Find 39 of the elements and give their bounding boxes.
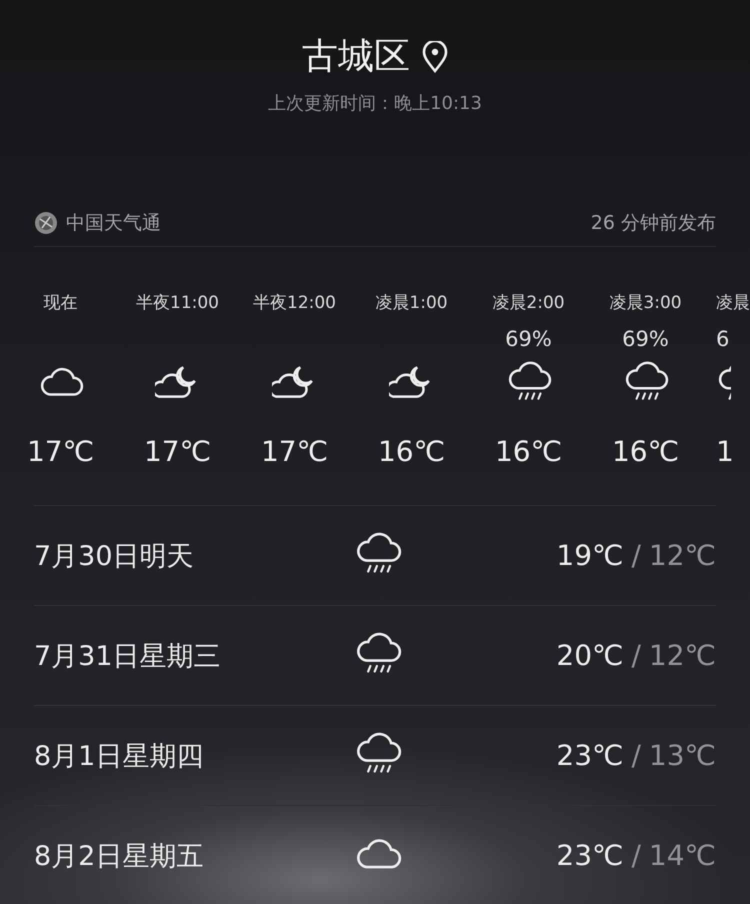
source-name: 中国天气通 — [66, 211, 161, 236]
hour-temperature: 16℃ — [612, 435, 680, 468]
day-label: 8月2日星期五 — [34, 840, 204, 874]
location-pin-icon — [422, 40, 448, 72]
day-label: 8月1日星期四 — [34, 740, 204, 774]
low-temperature: 14℃ — [648, 839, 716, 872]
hour-temperature: 16℃ — [378, 435, 446, 468]
hour-label: 凌晨 — [716, 292, 750, 315]
rain-chance: 6 — [716, 327, 730, 351]
hour-label: 半夜11:00 — [136, 292, 219, 315]
hour-label: 凌晨2:00 — [492, 292, 565, 315]
day-label: 7月30日明天 — [34, 540, 195, 574]
publish-time: 26 分钟前发布 — [590, 211, 716, 236]
hour-label: 凌晨3:00 — [609, 292, 682, 315]
low-temperature: 13℃ — [648, 739, 716, 772]
temperature-separator: / — [631, 539, 641, 572]
temperature-separator: / — [631, 739, 641, 772]
high-temperature: 20℃ — [556, 639, 624, 672]
temperature-separator: / — [631, 639, 641, 672]
low-temperature: 12℃ — [648, 639, 716, 672]
day-label: 7月31日星期三 — [34, 640, 222, 674]
rain-chance: 69% — [622, 327, 669, 351]
rain-chance: 69% — [505, 327, 552, 351]
hour-temperature: 16℃ — [494, 435, 562, 468]
hour-temperature: 17℃ — [260, 435, 328, 468]
hour-temperature: 17℃ — [26, 435, 94, 468]
hour-label: 凌晨1:00 — [375, 292, 448, 315]
hour-temperature: 1 — [716, 435, 734, 468]
city-name: 古城区 — [302, 35, 410, 79]
high-temperature: 19℃ — [556, 539, 624, 572]
low-temperature: 12℃ — [648, 539, 716, 572]
source-logo-icon — [34, 211, 58, 235]
hour-label: 半夜12:00 — [253, 292, 336, 315]
high-temperature: 23℃ — [556, 839, 624, 872]
hour-label: 现在 — [44, 292, 78, 315]
update-time: 上次更新时间：晚上10:13 — [268, 92, 482, 115]
hour-temperature: 17℃ — [144, 435, 212, 468]
temperature-separator: / — [631, 839, 641, 872]
high-temperature: 23℃ — [556, 739, 624, 772]
